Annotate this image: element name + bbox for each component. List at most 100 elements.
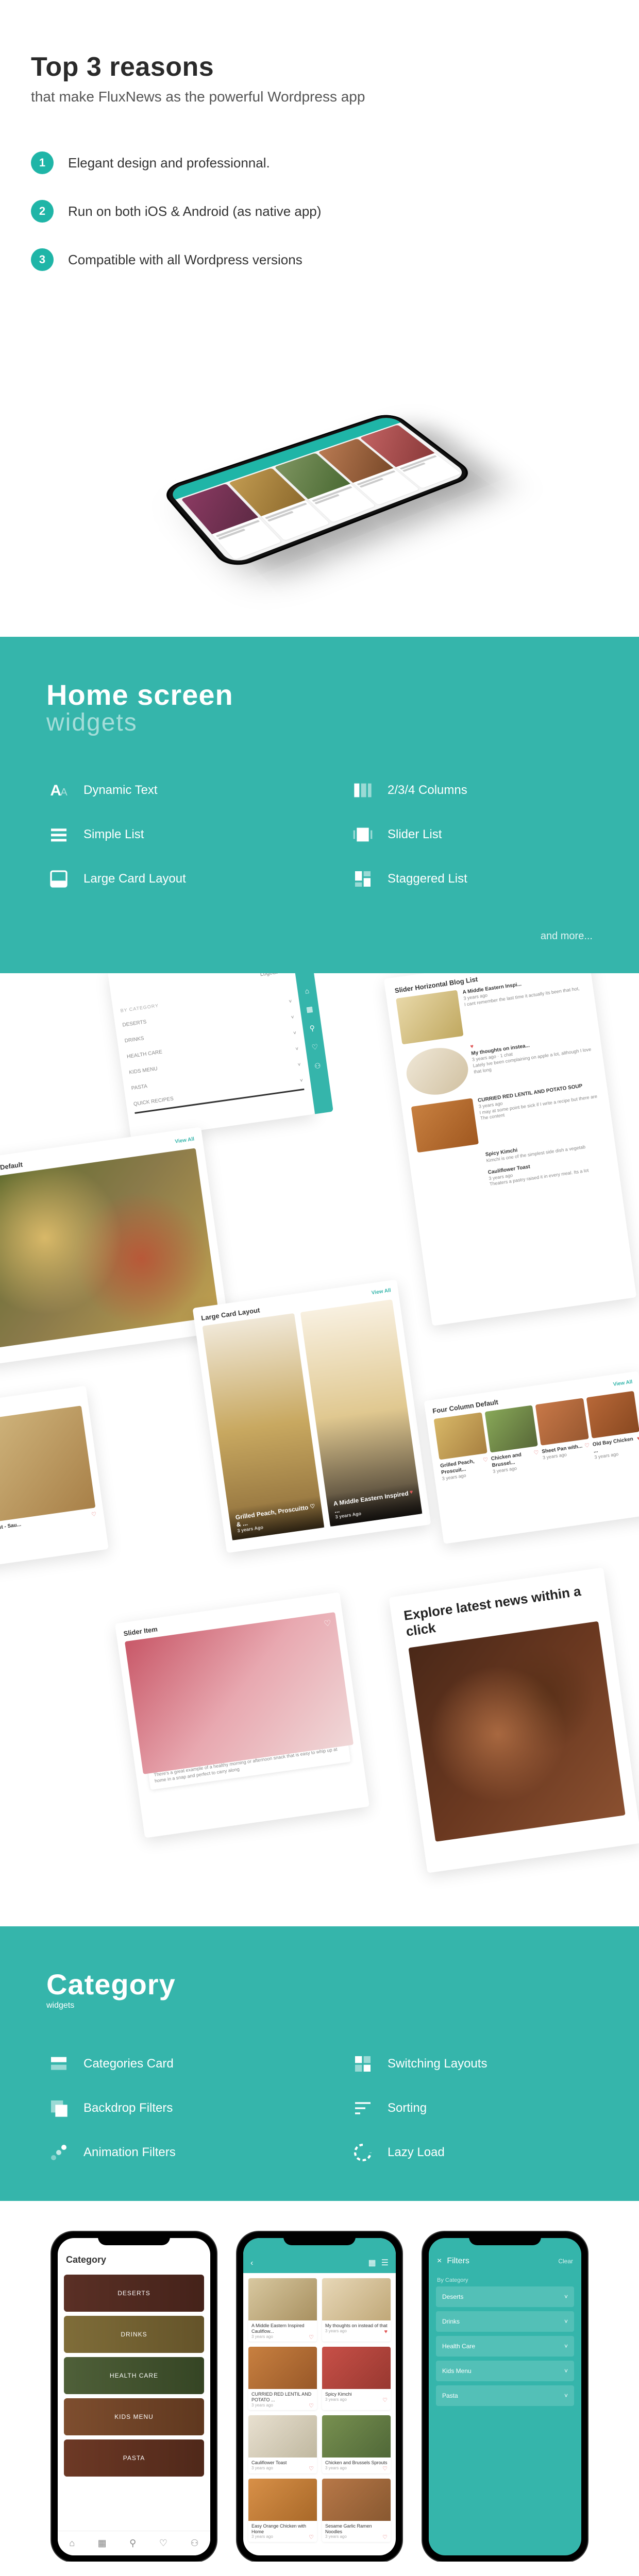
feature-label: Sorting <box>388 2101 427 2115</box>
category-features-grid: Categories Card Switching Layouts Backdr… <box>46 2052 593 2165</box>
feature-item: Categories Card <box>46 2052 289 2076</box>
grid-card: Cauliflower Toast3 years ago ♡ <box>248 2415 317 2473</box>
grid-card: Easy Orange Chicken with Home3 years ago… <box>248 2479 317 2542</box>
category-row: HEALTH CARE <box>64 2357 204 2394</box>
search-icon: ⚲ <box>129 2538 136 2549</box>
columns-icon <box>350 778 375 803</box>
top-reasons-section: Top 3 reasons that make FluxNews as the … <box>0 0 639 328</box>
layout-toggle-icon: ☰ <box>381 2258 389 2268</box>
category-title: Category <box>46 1968 593 2001</box>
home-subtitle: widgets <box>46 708 593 737</box>
reason-text: Compatible with all Wordpress versions <box>68 252 302 268</box>
feature-item: Animation Filters <box>46 2140 289 2165</box>
layout-collage: My Wishlist Logout BY CATEGORY DESERTS˅ … <box>0 973 639 1926</box>
cards-icon <box>46 2052 71 2076</box>
category-widgets-section: Category widgets Categories Card Switchi… <box>0 1926 639 2201</box>
top-title: Top 3 reasons <box>31 52 608 82</box>
view-all-link: View All <box>371 1287 391 1296</box>
back-icon: ‹ <box>250 2259 253 2268</box>
filters-title: Filters <box>447 2257 469 2266</box>
list-icon <box>46 822 71 847</box>
reason-number: 3 <box>31 248 54 271</box>
panel-title: Slider Item <box>123 1625 158 1637</box>
phone2-grid: A Middle Eastern Inspired Cauliflow...3 … <box>243 2273 396 2547</box>
feature-label: Simple List <box>83 827 144 842</box>
stagger-icon <box>350 867 375 891</box>
feature-label: Backdrop Filters <box>83 2101 173 2115</box>
home-icon: ⌂ <box>69 2538 75 2549</box>
chevron-down-icon: ˅ <box>564 2318 568 2325</box>
chevron-down-icon: ˅ <box>564 2392 568 2399</box>
heart-icon: ♡ <box>310 1503 316 1510</box>
slider-blog-panel: Slider Horizontal Blog List A Middle Eas… <box>384 973 637 1326</box>
svg-text:A: A <box>50 782 61 799</box>
slider-icon <box>350 822 375 847</box>
feature-item: Switching Layouts <box>350 2052 593 2076</box>
grid-icon: ▦ <box>98 2538 107 2549</box>
large-card-panel: Large Card LayoutView All ♡ Grilled Peac… <box>193 1280 431 1553</box>
chevron-down-icon: ˅ <box>564 2293 568 2300</box>
feature-label: Slider List <box>388 827 442 842</box>
sort-icon <box>350 2096 375 2121</box>
heart-icon: ♡ <box>323 1618 332 1629</box>
heart-icon: ♥ <box>636 1435 639 1443</box>
view-all-link: View All <box>613 1379 633 1387</box>
feature-label: Staggered List <box>388 872 467 886</box>
nn-default-panel: nn Default ♡omatic Confit Dust - Sau...e… <box>0 1386 109 1571</box>
close-icon: × <box>437 2257 442 2266</box>
feature-item: 2/3/4 Columns <box>350 778 593 803</box>
feature-label: Categories Card <box>83 2057 174 2071</box>
anim-icon <box>46 2140 71 2165</box>
user-icon: ⚇ <box>314 1061 322 1071</box>
reason-text: Elegant design and professionnal. <box>68 155 270 171</box>
feature-label: Dynamic Text <box>83 783 158 798</box>
filter-row: Pasta˅ <box>436 2385 574 2406</box>
feature-label: Animation Filters <box>83 2145 176 2160</box>
phone-mockup-3: ×FiltersClear By Category Deserts˅ Drink… <box>423 2232 587 2562</box>
four-column-panel: Four Column DefaultView All ♡Grilled Pea… <box>424 1371 639 1544</box>
feature-label: Lazy Load <box>388 2145 445 2160</box>
filter-row: Deserts˅ <box>436 2286 574 2307</box>
heart-icon: ♡ <box>159 2538 167 2549</box>
reason-number: 2 <box>31 200 54 223</box>
svg-text:A: A <box>60 787 68 798</box>
heart-icon: ♥ <box>470 1043 474 1050</box>
grid-card: CURRIED RED LENTIL AND POTATO ...3 years… <box>248 2347 317 2410</box>
feature-label: Large Card Layout <box>83 872 186 886</box>
reason-item: 1 Elegant design and professionnal. <box>31 151 608 174</box>
text-icon: AA <box>46 778 71 803</box>
tilted-phone-mockup <box>0 328 639 637</box>
top-subtitle: that make FluxNews as the powerful Wordp… <box>31 89 608 105</box>
filter-row: Kids Menu˅ <box>436 2361 574 2381</box>
category-row: DRINKS <box>64 2316 204 2353</box>
grid-card: Spicy Kimchi3 years ago ♡ <box>322 2347 391 2410</box>
grid-card: A Middle Eastern Inspired Cauliflow...3 … <box>248 2278 317 2342</box>
and-more-text: and more... <box>46 930 593 942</box>
feature-item: Large Card Layout <box>46 867 289 891</box>
grid-icon: ▦ <box>306 1005 313 1014</box>
grid-card: My thoughts on instead of that3 years ag… <box>322 2278 391 2342</box>
chevron-down-icon: ˅ <box>564 2343 568 2350</box>
layout-toggle-icon: ▦ <box>368 2258 376 2268</box>
category-row: DESERTS <box>64 2275 204 2312</box>
feature-item: Backdrop Filters <box>46 2096 289 2121</box>
grid-card: Sesame Garlic Ramen Noodles3 years ago ♡ <box>322 2479 391 2542</box>
category-row: PASTA <box>64 2439 204 2477</box>
heart-icon: ♡ <box>584 1442 590 1450</box>
category-row: KIDS MENU <box>64 2398 204 2435</box>
bottom-nav: ⌂▦⚲♡⚇ <box>58 2531 210 2555</box>
explore-panel: Explore latest news within a click <box>389 1567 639 1873</box>
phone-mockup-2: ‹ ▦ ☰ A Middle Eastern Inspired Cauliflow.… <box>237 2232 402 2562</box>
feature-item: Sorting <box>350 2096 593 2121</box>
phone-mockup-1: Category DESERTS DRINKS HEALTH CARE KIDS… <box>52 2232 216 2562</box>
heart-icon: ♡ <box>91 1511 97 1519</box>
feature-item: Staggered List <box>350 867 593 891</box>
filter-row: Drinks˅ <box>436 2311 574 2332</box>
heart-icon: ♡ <box>311 1042 319 1052</box>
grid-card: Chicken and Brussels Sprouts3 years ago … <box>322 2415 391 2473</box>
home-title: Home screen <box>46 678 593 711</box>
menu-logout: Logout <box>248 973 278 981</box>
slider-item-panel: Slider Item ♡ Creamy Coconut Berry Parfa… <box>115 1592 369 1838</box>
chevron-down-icon: ˅ <box>564 2367 568 2375</box>
feature-item: Lazy Load <box>350 2140 593 2165</box>
